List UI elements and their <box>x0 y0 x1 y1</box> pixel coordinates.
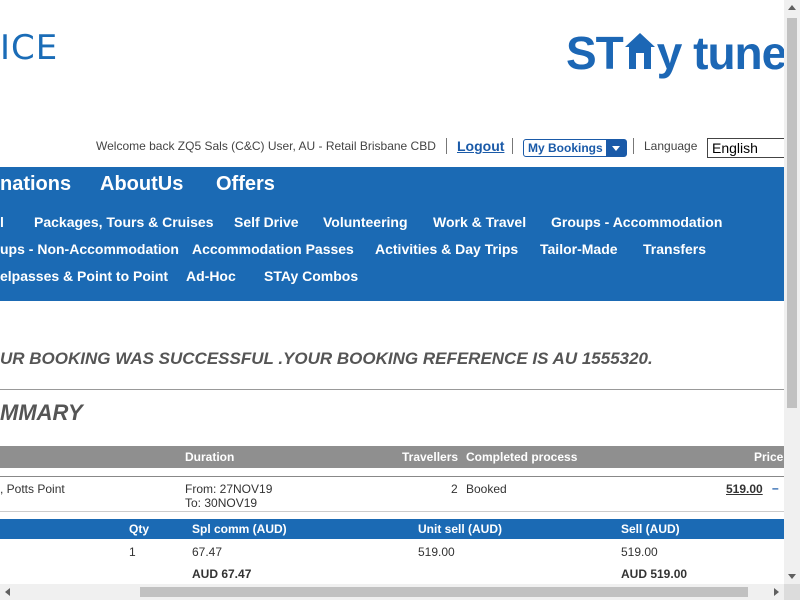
logo-text-part1: ST <box>566 27 624 79</box>
subnav-accommodation-passes[interactable]: Accommodation Passes <box>192 241 354 257</box>
table-row: 1 67.47 519.00 519.00 <box>0 545 784 561</box>
scroll-thumb[interactable] <box>787 18 797 408</box>
scroll-right-icon[interactable] <box>768 584 784 600</box>
divider <box>633 138 634 154</box>
scroll-thumb[interactable] <box>140 587 748 597</box>
col-duration: Duration <box>185 450 235 464</box>
col-qty: Qty <box>129 522 150 536</box>
divider <box>0 389 784 390</box>
scroll-left-icon[interactable] <box>0 584 16 600</box>
travellers-count: 2 <box>451 482 458 496</box>
sell-total: AUD 519.00 <box>621 567 688 581</box>
my-bookings-label: My Bookings <box>528 141 603 155</box>
booking-table-header: Duration Travellers Completed process Pr… <box>0 446 784 468</box>
col-unit-sell: Unit sell (AUD) <box>418 522 502 536</box>
subnav-activities-day-trips[interactable]: Activities & Day Trips <box>375 241 518 257</box>
main-navigation: nations AboutUs Offers l Packages, Tours… <box>0 167 784 301</box>
scroll-down-icon[interactable] <box>784 568 800 584</box>
nav-about-us[interactable]: AboutUs <box>100 173 183 196</box>
price-link[interactable]: 519.00 <box>726 482 763 496</box>
booking-success-message: UR BOOKING WAS SUCCESSFUL .YOUR BOOKING … <box>0 349 653 368</box>
logo-text-part2: y tuned <box>656 27 800 79</box>
summary-heading: MMARY <box>0 400 83 425</box>
table-total-row: AUD 67.47 AUD 519.00 <box>0 567 784 583</box>
stay-tuned-logo[interactable]: ST y tuned <box>566 26 800 82</box>
subnav-item[interactable]: l <box>0 214 4 230</box>
status-text: Booked <box>466 482 507 496</box>
nav-destinations[interactable]: nations <box>0 173 71 196</box>
chevron-down-icon[interactable] <box>606 140 626 156</box>
qty-value: 1 <box>129 545 136 559</box>
col-completed-process: Completed process <box>466 450 578 464</box>
col-travellers: Travellers <box>402 450 459 464</box>
user-topbar: Welcome back ZQ5 Sals (C&C) User, AU - R… <box>0 138 787 158</box>
language-select[interactable]: English <box>707 138 787 158</box>
col-price: Price <box>754 450 784 464</box>
welcome-text: Welcome back ZQ5 Sals (C&C) User, AU - R… <box>96 139 436 153</box>
spl-comm-value: 67.47 <box>192 545 223 559</box>
nav-offers[interactable]: Offers <box>216 173 275 196</box>
subnav-tailor-made[interactable]: Tailor-Made <box>540 241 618 257</box>
my-bookings-dropdown[interactable]: My Bookings <box>523 139 627 157</box>
booking-item-name: , Potts Point <box>0 482 65 496</box>
scroll-up-icon[interactable] <box>784 0 800 16</box>
subnav-railpasses[interactable]: elpasses & Point to Point <box>0 268 168 284</box>
subnav-transfers[interactable]: Transfers <box>643 241 706 257</box>
unit-sell-value: 519.00 <box>418 545 455 559</box>
spl-comm-total: AUD 67.47 <box>192 567 252 581</box>
subnav-ad-hoc[interactable]: Ad-Hoc <box>186 268 236 284</box>
pricing-table-header: Qty Spl comm (AUD) Unit sell (AUD) Sell … <box>0 519 784 539</box>
duration-to: To: 30NOV19 <box>185 496 258 510</box>
divider <box>446 138 447 154</box>
subnav-groups-accommodation[interactable]: Groups - Accommodation <box>551 214 722 230</box>
subnav-volunteering[interactable]: Volunteering <box>323 214 408 230</box>
table-row: , Potts Point From: 27NOV19 To: 30NOV19 … <box>0 476 784 512</box>
col-sell: Sell (AUD) <box>621 522 680 536</box>
sell-value: 519.00 <box>621 545 658 559</box>
logout-link[interactable]: Logout <box>457 138 504 154</box>
subnav-self-drive[interactable]: Self Drive <box>234 214 299 230</box>
horizontal-scrollbar[interactable] <box>0 584 784 600</box>
subnav-stay-combos[interactable]: STAy Combos <box>264 268 358 284</box>
subnav-packages-tours-cruises[interactable]: Packages, Tours & Cruises <box>34 214 213 230</box>
duration-from: From: 27NOV19 <box>185 482 273 496</box>
brand-logo-left[interactable]: ICE <box>0 28 58 68</box>
subnav-work-travel[interactable]: Work & Travel <box>433 214 526 230</box>
subnav-groups-non-accommodation[interactable]: ups - Non-Accommodation <box>0 241 179 257</box>
language-label: Language <box>644 139 698 153</box>
col-spl-comm: Spl comm (AUD) <box>192 522 287 536</box>
divider <box>512 138 513 154</box>
house-icon <box>623 28 657 82</box>
scrollbar-corner <box>784 584 800 600</box>
collapse-icon[interactable]: – <box>772 481 779 495</box>
vertical-scrollbar[interactable] <box>784 0 800 584</box>
